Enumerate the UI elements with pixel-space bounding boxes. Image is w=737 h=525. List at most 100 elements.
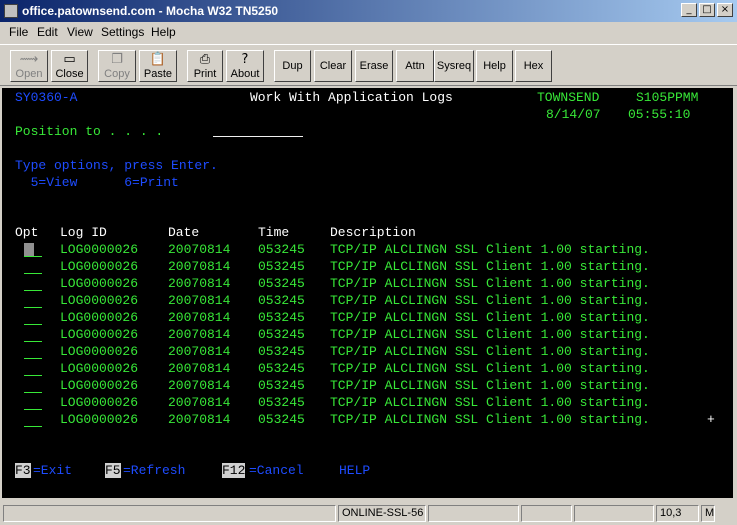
f12-key[interactable]: F12 <box>222 463 246 478</box>
copy-icon: ❐ <box>111 52 123 67</box>
window-title: office.patownsend.com - Mocha W32 TN5250 <box>22 4 279 18</box>
row-date: 20070814 <box>168 310 231 325</box>
text-cursor <box>24 243 34 257</box>
sysreq-button[interactable]: Sysreq <box>434 50 474 82</box>
more-indicator: + <box>707 412 715 427</box>
printer-icon: ⎙ <box>199 52 211 67</box>
row-date: 20070814 <box>168 327 231 342</box>
menu-edit[interactable]: Edit <box>37 25 58 39</box>
row-description: TCP/IP ALCLINGN SSL Client 1.00 starting… <box>330 344 650 359</box>
row-time: 053245 <box>258 242 305 257</box>
menu-view[interactable]: View <box>67 25 93 39</box>
f3-key[interactable]: F3 <box>15 463 31 478</box>
program-name: SY0360-A <box>15 90 78 105</box>
row-date: 20070814 <box>168 242 231 257</box>
option-input[interactable] <box>24 375 42 376</box>
print-button[interactable]: ⎙ Print <box>187 50 223 82</box>
f5-label: =Refresh <box>123 463 186 478</box>
instructions: Type options, press Enter. <box>15 158 218 173</box>
row-log-id: LOG0000026 <box>60 259 139 274</box>
about-button[interactable]: ? About <box>226 50 264 82</box>
cursor-position: 10,3 <box>656 505 699 522</box>
option-input[interactable] <box>24 324 42 325</box>
copy-button[interactable]: ❐ Copy <box>98 50 136 82</box>
row-time: 053245 <box>258 361 305 376</box>
row-log-id: LOG0000026 <box>60 327 139 342</box>
window-controls: _ □ × <box>679 3 733 17</box>
position-input[interactable] <box>213 136 303 137</box>
row-log-id: LOG0000026 <box>60 378 139 393</box>
paste-icon: 📋 <box>149 52 167 67</box>
terminal-screen[interactable]: SY0360-A Work With Application Logs TOWN… <box>2 88 733 498</box>
menu-file[interactable]: File <box>9 25 28 39</box>
toolbar: ⟿ Open ▭ Close ❐ Copy 📋 Paste ⎙ Print ? … <box>0 44 737 86</box>
row-date: 20070814 <box>168 344 231 359</box>
minimize-button[interactable]: _ <box>681 3 697 17</box>
close-connection-icon: ▭ <box>63 52 76 67</box>
row-log-id: LOG0000026 <box>60 344 139 359</box>
row-log-id: LOG0000026 <box>60 412 139 427</box>
row-log-id: LOG0000026 <box>60 242 139 257</box>
row-log-id: LOG0000026 <box>60 395 139 410</box>
row-time: 053245 <box>258 412 305 427</box>
row-time: 053245 <box>258 344 305 359</box>
clear-button[interactable]: Clear <box>314 50 352 82</box>
option-input[interactable] <box>24 273 42 274</box>
option-input[interactable] <box>24 392 42 393</box>
col-date: Date <box>168 225 200 240</box>
row-date: 20070814 <box>168 395 231 410</box>
row-description: TCP/IP ALCLINGN SSL Client 1.00 starting… <box>330 361 650 376</box>
menu-help[interactable]: Help <box>151 25 176 39</box>
row-time: 053245 <box>258 327 305 342</box>
row-description: TCP/IP ALCLINGN SSL Client 1.00 starting… <box>330 276 650 291</box>
position-label: Position to . . . . <box>15 124 164 139</box>
menu-bar: File Edit View Settings Help <box>0 22 737 42</box>
input-mode: M <box>701 505 715 522</box>
row-log-id: LOG0000026 <box>60 310 139 325</box>
option-input[interactable] <box>24 256 42 257</box>
maximize-button[interactable]: □ <box>699 3 715 17</box>
connection-status: ONLINE-SSL-56 <box>338 505 426 522</box>
help-button[interactable]: Help <box>476 50 513 82</box>
close-window-button[interactable]: × <box>717 3 733 17</box>
row-log-id: LOG0000026 <box>60 293 139 308</box>
option-input[interactable] <box>24 358 42 359</box>
resize-grip[interactable] <box>717 505 734 522</box>
erase-button[interactable]: Erase <box>355 50 393 82</box>
row-description: TCP/IP ALCLINGN SSL Client 1.00 starting… <box>330 259 650 274</box>
option-input[interactable] <box>24 290 42 291</box>
status-bar: ONLINE-SSL-56 10,3 M <box>0 502 737 525</box>
screen-date: 8/14/07 <box>546 107 601 122</box>
help-key[interactable]: HELP <box>339 463 370 478</box>
row-description: TCP/IP ALCLINGN SSL Client 1.00 starting… <box>330 327 650 342</box>
dup-button[interactable]: Dup <box>274 50 311 82</box>
option-input[interactable] <box>24 341 42 342</box>
f5-key[interactable]: F5 <box>105 463 121 478</box>
row-time: 053245 <box>258 395 305 410</box>
row-description: TCP/IP ALCLINGN SSL Client 1.00 starting… <box>330 293 650 308</box>
col-time: Time <box>258 225 290 240</box>
row-description: TCP/IP ALCLINGN SSL Client 1.00 starting… <box>330 412 650 427</box>
option-input[interactable] <box>24 426 42 427</box>
open-button[interactable]: ⟿ Open <box>10 50 48 82</box>
option-input[interactable] <box>24 307 42 308</box>
row-description: TCP/IP ALCLINGN SSL Client 1.00 starting… <box>330 395 650 410</box>
row-time: 053245 <box>258 276 305 291</box>
f3-label: =Exit <box>33 463 73 478</box>
col-description: Description <box>330 225 416 240</box>
app-icon <box>4 4 18 18</box>
menu-settings[interactable]: Settings <box>101 25 144 39</box>
close-button[interactable]: ▭ Close <box>51 50 88 82</box>
option-legend: 5=View 6=Print <box>15 175 179 190</box>
paste-button[interactable]: 📋 Paste <box>139 50 177 82</box>
status-field-4 <box>574 505 654 522</box>
row-description: TCP/IP ALCLINGN SSL Client 1.00 starting… <box>330 378 650 393</box>
row-log-id: LOG0000026 <box>60 361 139 376</box>
screen-title: Work With Application Logs <box>250 90 453 105</box>
attn-button[interactable]: Attn <box>396 50 434 82</box>
device-name: S105PPMM <box>636 90 699 105</box>
row-time: 053245 <box>258 293 305 308</box>
hex-button[interactable]: Hex <box>515 50 552 82</box>
system-name: TOWNSEND <box>537 90 600 105</box>
option-input[interactable] <box>24 409 42 410</box>
